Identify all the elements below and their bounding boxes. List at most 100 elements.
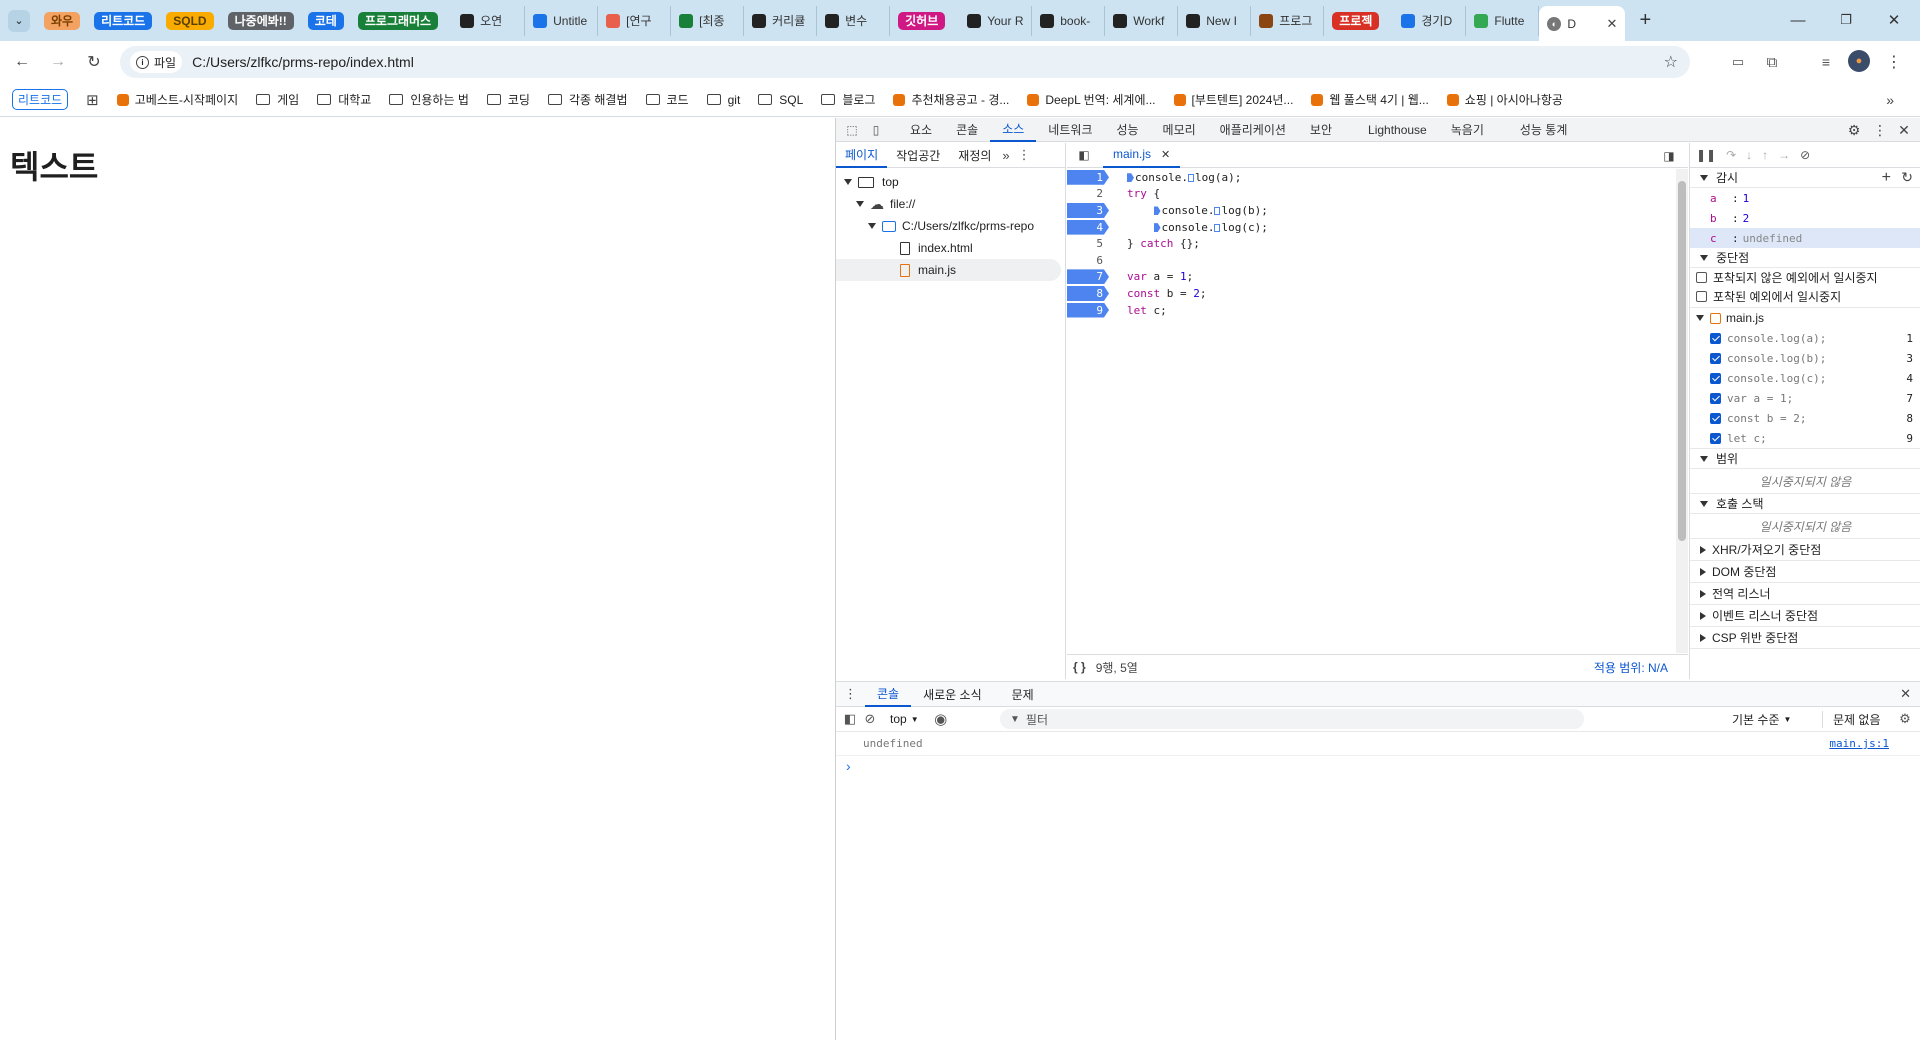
back-button[interactable]: ← [8, 48, 36, 76]
step-icon[interactable]: → [1778, 148, 1790, 162]
scope-section-header[interactable]: 범위 [1690, 449, 1920, 469]
step-out-icon[interactable]: ↑ [1762, 148, 1768, 162]
media-icon[interactable]: ≡ [1814, 50, 1838, 74]
breakpoint-checkbox[interactable] [1710, 352, 1721, 364]
breakpoint-checkbox[interactable] [1710, 412, 1721, 424]
browser-tab[interactable]: 오연 [452, 5, 526, 36]
scrollbar-thumb[interactable] [1678, 181, 1686, 541]
bookmark-site[interactable]: [부트텐트] 2024년... [1173, 91, 1293, 108]
console-filter-input[interactable]: ▼ 필터 [1000, 709, 1584, 729]
tab-group-chip[interactable]: 와우 [44, 11, 81, 30]
more-bookmarks-icon[interactable]: » [1886, 92, 1894, 108]
tree-node-origin[interactable]: ☁ file:// [836, 193, 1065, 215]
line-number[interactable]: 6 [1067, 253, 1109, 268]
step-over-icon[interactable]: ↷ [1726, 148, 1736, 162]
bookmark-folder[interactable]: 게임 [256, 91, 299, 108]
browser-tab[interactable]: 커리큘 [744, 5, 818, 36]
bookmark-site[interactable]: 추천채용공고 - 경... [893, 91, 1009, 108]
devtools-tab[interactable]: 요소 [898, 118, 944, 142]
watch-expression[interactable]: a:1 [1690, 188, 1920, 208]
browser-tab[interactable]: Workf [1105, 5, 1179, 36]
active-tab[interactable]: ◐ D ✕ [1539, 6, 1626, 41]
devtools-close-icon[interactable]: ✕ [1894, 120, 1914, 140]
new-tab-button[interactable]: + [1631, 7, 1659, 35]
drawer-close-icon[interactable]: ✕ [1900, 686, 1911, 702]
watch-expression[interactable]: c: undefined [1690, 228, 1920, 248]
navigator-menu-icon[interactable]: ⋮ [1018, 147, 1031, 163]
tree-node-folder[interactable]: C:/Users/zlfkc/prms-repo [836, 215, 1065, 237]
collapsed-section-header[interactable]: XHR/가져오기 중단점 [1690, 539, 1920, 561]
nav-tab-overrides[interactable]: 재정의 [949, 143, 1000, 168]
apps-grid-icon[interactable]: ⊞ [86, 91, 99, 109]
pause-uncaught-checkbox[interactable] [1696, 271, 1707, 283]
line-number[interactable]: 2 [1067, 186, 1109, 201]
devtools-menu-icon[interactable]: ⋮ [1870, 120, 1890, 140]
breakpoint-entry[interactable]: var a = 1; 7 [1690, 388, 1920, 408]
code-line[interactable]: 3 console. log(b); [1067, 202, 1688, 219]
bookmark-folder[interactable]: 대학교 [317, 91, 371, 108]
devtools-tab[interactable]: 성능 통계 [1508, 118, 1580, 142]
devtools-tab[interactable]: 보안 [1298, 118, 1344, 142]
extensions-icon[interactable]: ⧉ [1760, 50, 1784, 74]
breakpoint-checkbox[interactable] [1710, 332, 1721, 344]
restore-button[interactable]: ❐ [1834, 8, 1858, 32]
code-line[interactable]: 6 [1067, 252, 1688, 269]
browser-tab[interactable]: Your R [959, 5, 1033, 36]
breakpoint-entry[interactable]: let c; 9 [1690, 428, 1920, 448]
line-number[interactable]: 5 [1067, 236, 1109, 251]
editor-scrollbar[interactable] [1676, 169, 1688, 653]
deactivate-breakpoints-icon[interactable]: ⊘ [1800, 148, 1810, 162]
console-prompt[interactable]: › [836, 756, 1920, 776]
site-info-chip[interactable]: i 파일 [130, 51, 183, 73]
code-line[interactable]: 5} catch {}; [1067, 235, 1688, 252]
devtools-tab[interactable]: 메모리 [1151, 118, 1208, 142]
close-file-icon[interactable]: ✕ [1161, 148, 1170, 161]
pretty-print-icon[interactable]: { } [1073, 660, 1086, 674]
tree-file-main-js[interactable]: main.js [836, 259, 1061, 281]
nav-tab-workspace[interactable]: 작업공간 [887, 143, 949, 168]
browser-tab[interactable]: Untitle [525, 5, 599, 36]
browser-tab[interactable]: 변수 [817, 5, 891, 36]
pause-caught-option[interactable]: 포착된 예외에서 일시중지 [1690, 286, 1920, 308]
browser-tab[interactable]: Flutte [1466, 5, 1540, 36]
browser-tab[interactable]: [최종 [671, 5, 745, 36]
context-selector[interactable]: top ▼ [890, 712, 919, 726]
code-line[interactable]: 7 var a = 1; [1067, 269, 1688, 286]
breakpoint-line-number[interactable]: 3 [1067, 202, 1109, 218]
devtools-tab[interactable]: 성능 [1104, 118, 1150, 142]
collapsed-section-header[interactable]: CSP 위반 중단점 [1690, 627, 1920, 649]
toggle-navigator-icon[interactable]: ◧ [1073, 144, 1095, 166]
drawer-tab-console[interactable]: 콘솔 [865, 682, 912, 707]
refresh-watch-icon[interactable]: ↻ [1901, 169, 1913, 186]
console-sidebar-icon[interactable]: ◧ [840, 709, 860, 729]
tab-group-chip[interactable]: 리트코드 [94, 11, 153, 30]
watch-section-header[interactable]: 감시 + ↻ [1690, 168, 1920, 188]
breakpoint-line-number[interactable]: 4 [1067, 219, 1109, 235]
browser-tab[interactable]: 프로그 [1251, 5, 1325, 36]
breakpoint-entry[interactable]: console.log(c); 4 [1690, 368, 1920, 388]
editor-tab-main-js[interactable]: main.js ✕ [1103, 143, 1181, 168]
devtools-tab[interactable]: 녹음기 [1439, 118, 1496, 142]
breakpoint-checkbox[interactable] [1710, 392, 1721, 404]
breakpoint-line-number[interactable]: 9 [1067, 302, 1109, 318]
breakpoints-section-header[interactable]: 중단점 [1690, 248, 1920, 268]
nav-tab-page[interactable]: 페이지 [836, 143, 888, 168]
breakpoint-entry[interactable]: console.log(a); 1 [1690, 328, 1920, 348]
breakpoint-checkbox[interactable] [1710, 372, 1721, 384]
breakpoint-line-number[interactable]: 1 [1067, 169, 1109, 185]
minimize-button[interactable]: — [1786, 8, 1810, 32]
devtools-tab[interactable]: 소스 [990, 118, 1037, 142]
pause-icon[interactable]: ❚❚ [1696, 148, 1716, 162]
drawer-tab-issues[interactable]: 문제 [1000, 682, 1046, 707]
bookmark-site[interactable]: 고베스트-시작페이지 [116, 91, 238, 108]
browser-tab[interactable]: 경기D [1393, 5, 1467, 36]
tab-group-chip[interactable]: 코테 [307, 11, 344, 30]
log-level-selector[interactable]: 기본 수준 ▼ [1732, 711, 1791, 728]
code-area[interactable]: 1 console. log(a); 2 try {3 console. log(b); 4… [1067, 169, 1688, 653]
devtools-tab[interactable]: Lighthouse [1356, 118, 1439, 142]
drawer-menu-icon[interactable]: ⋮ [844, 686, 857, 702]
console-settings-icon[interactable]: ⚙ [1895, 709, 1915, 729]
code-line[interactable]: 1 console. log(a); [1067, 169, 1688, 186]
tab-group-chip[interactable]: 프로그래머스 [357, 11, 439, 30]
watch-expression[interactable]: b:2 [1690, 208, 1920, 228]
